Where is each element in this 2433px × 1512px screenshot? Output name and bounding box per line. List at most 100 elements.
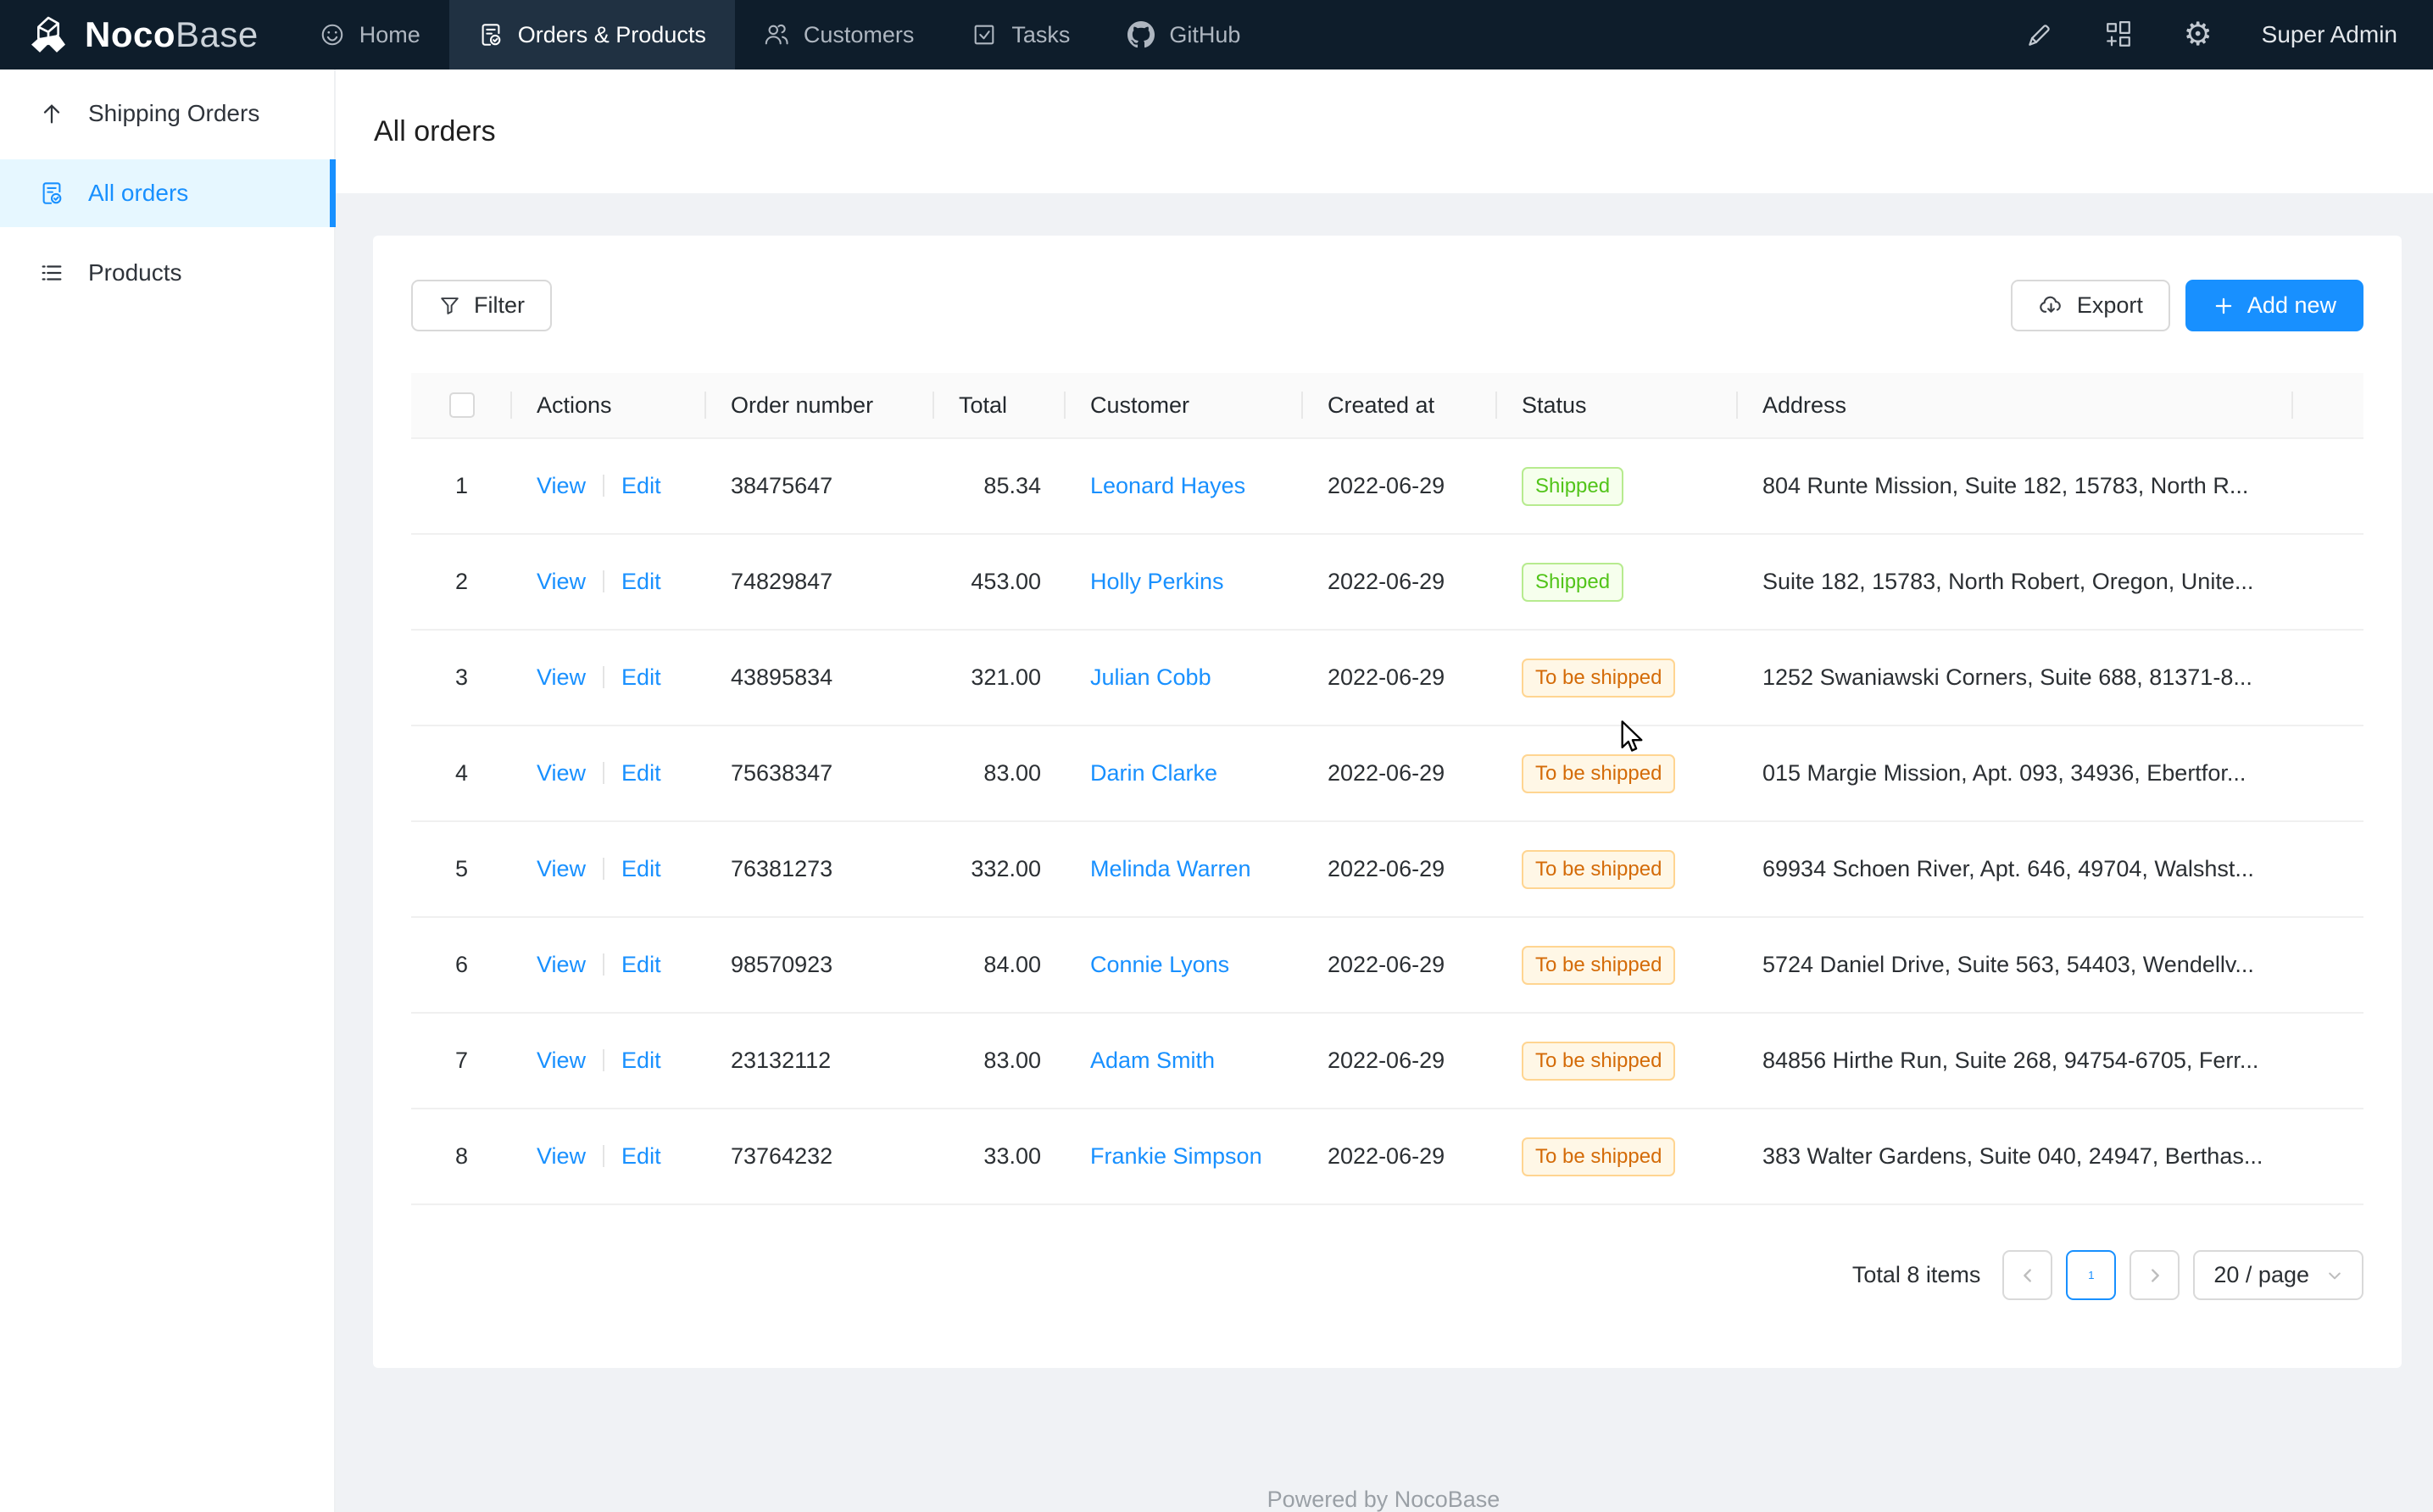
export-button[interactable]: Export [2011,280,2170,331]
pagination-page-1[interactable]: 1 [2066,1250,2116,1300]
table-row: 2 ViewEdit 74829847 453.00 Holly Perkins… [411,534,2363,630]
nocobase-logo-icon [25,14,71,56]
customer-cell: Holly Perkins [1066,534,1303,630]
unordered-list-icon [39,260,64,286]
check-square-icon [972,22,997,47]
header-actions: Actions [512,373,706,438]
sidebar-item-label: Products [88,259,182,286]
table-toolbar: Filter Export [411,280,2363,331]
table-header-row: Actions Order number Total Customer Crea… [411,373,2363,438]
view-link[interactable]: View [537,952,586,977]
chevron-right-icon [2146,1266,2164,1285]
nav-item-github[interactable]: GitHub [1099,0,1269,69]
edit-link[interactable]: Edit [621,952,661,977]
customer-link[interactable]: Leonard Hayes [1090,473,1245,498]
table-row: 3 ViewEdit 43895834 321.00 Julian Cobb 2… [411,630,2363,725]
main-content: All orders Filter [334,69,2433,1512]
actions-cell: View Edit [512,1013,706,1109]
order-number-cell: 98570923 [706,917,934,1013]
status-cell: To be shipped [1497,917,1738,1013]
customer-link[interactable]: Connie Lyons [1090,952,1229,977]
edit-link[interactable]: Edit [621,760,661,786]
edit-link[interactable]: Edit [621,856,661,881]
divider [603,1049,604,1071]
status-badge: Shipped [1522,563,1623,602]
edit-link[interactable]: Edit [621,569,661,594]
order-number-cell: 38475647 [706,438,934,534]
created-at-cell: 2022-06-29 [1303,1109,1497,1204]
filler-cell [2293,438,2363,534]
view-link[interactable]: View [537,569,586,594]
header-created-at: Created at [1303,373,1497,438]
row-index: 1 [411,438,512,534]
arrow-up-icon [39,101,64,126]
nav-item-customers[interactable]: Customers [735,0,944,69]
total-cell: 33.00 [934,1109,1066,1204]
nocobase-logo[interactable]: NocoBase [0,14,291,56]
plugin-blocks-icon[interactable] [2102,19,2135,51]
header-status: Status [1497,373,1738,438]
table-row: 5 ViewEdit 76381273 332.00 Melinda Warre… [411,821,2363,917]
nav-item-orders-products[interactable]: Orders & Products [449,0,735,69]
created-at-cell: 2022-06-29 [1303,534,1497,630]
status-badge: To be shipped [1522,659,1675,698]
user-menu[interactable]: Super Admin [2262,21,2397,48]
add-new-button[interactable]: Add new [2185,280,2363,331]
sidebar-item-shipping-orders[interactable]: Shipping Orders [0,80,334,147]
view-link[interactable]: View [537,473,586,498]
customer-link[interactable]: Julian Cobb [1090,664,1211,690]
highlighter-icon[interactable] [2023,19,2055,51]
nav-item-tasks[interactable]: Tasks [943,0,1099,69]
gear-icon[interactable]: ⚙ [2182,19,2214,51]
customer-cell: Julian Cobb [1066,630,1303,725]
view-link[interactable]: View [537,856,586,881]
customer-link[interactable]: Darin Clarke [1090,760,1217,786]
pagination-next-button[interactable] [2130,1250,2180,1300]
view-link[interactable]: View [537,1143,586,1169]
filter-button[interactable]: Filter [411,280,552,331]
address-cell: 69934 Schoen River, Apt. 646, 49704, Wal… [1738,821,2293,917]
select-all-checkbox[interactable] [449,392,475,418]
chevron-down-icon [2326,1267,2343,1284]
customer-link[interactable]: Melinda Warren [1090,856,1251,881]
sidebar-item-all-orders[interactable]: All orders [0,159,334,227]
view-link[interactable]: View [537,664,586,690]
row-index: 3 [411,630,512,725]
filler-cell [2293,1013,2363,1109]
view-link[interactable]: View [537,760,586,786]
divider [603,1145,604,1167]
edit-link[interactable]: Edit [621,1048,661,1073]
status-badge: To be shipped [1522,946,1675,985]
nav-item-home[interactable]: Home [291,0,449,69]
filler-cell [2293,821,2363,917]
table-row: 8 ViewEdit 73764232 33.00 Frankie Simpso… [411,1109,2363,1204]
status-badge: To be shipped [1522,1042,1675,1081]
divider [603,666,604,688]
created-at-cell: 2022-06-29 [1303,630,1497,725]
pagination: Total 8 items 1 20 / page [411,1250,2363,1300]
page-title: All orders [374,115,496,148]
order-number-cell: 43895834 [706,630,934,725]
pagination-prev-button[interactable] [2002,1250,2052,1300]
brand-bold: Noco [85,14,175,54]
order-number-cell: 23132112 [706,1013,934,1109]
sidebar-item-products[interactable]: Products [0,239,334,307]
status-cell: To be shipped [1497,630,1738,725]
filter-button-label: Filter [474,292,525,319]
actions-cell: View Edit [512,917,706,1013]
actions-cell: View Edit [512,725,706,821]
actions-cell: View Edit [512,534,706,630]
brand-text: NocoBase [85,17,259,53]
edit-link[interactable]: Edit [621,473,661,498]
view-link[interactable]: View [537,1048,586,1073]
order-number-cell: 73764232 [706,1109,934,1204]
customer-link[interactable]: Frankie Simpson [1090,1143,1262,1169]
edit-link[interactable]: Edit [621,664,661,690]
edit-link[interactable]: Edit [621,1143,661,1169]
page-size-select[interactable]: 20 / page [2193,1250,2363,1300]
created-at-cell: 2022-06-29 [1303,1013,1497,1109]
total-cell: 85.34 [934,438,1066,534]
order-number-cell: 76381273 [706,821,934,917]
customer-link[interactable]: Holly Perkins [1090,569,1224,594]
customer-link[interactable]: Adam Smith [1090,1048,1215,1073]
